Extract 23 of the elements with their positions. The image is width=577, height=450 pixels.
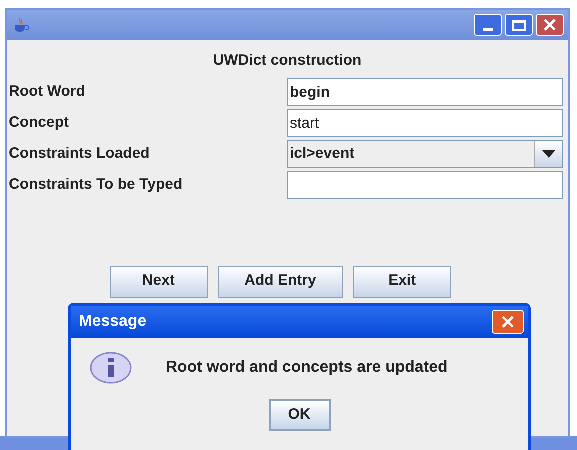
constraints-dropdown[interactable]: icl>event	[287, 140, 563, 168]
close-icon	[544, 19, 556, 31]
maximize-button[interactable]	[505, 14, 533, 36]
text-field[interactable]	[287, 171, 563, 199]
dialog-close-button[interactable]	[492, 310, 524, 334]
dropdown-arrow-icon	[542, 150, 556, 158]
ok-button[interactable]: OK	[268, 399, 330, 431]
close-button[interactable]	[536, 14, 564, 36]
dialog-message: Root word and concepts are updated	[166, 358, 448, 378]
minimize-button[interactable]	[474, 14, 502, 36]
action-button[interactable]: Add Entry	[218, 266, 344, 298]
action-button[interactable]: Exit	[353, 266, 452, 298]
dialog-title: Message	[79, 312, 147, 332]
field-label: Concept	[8, 112, 70, 133]
text-field[interactable]: start	[287, 109, 563, 137]
text-field[interactable]: begin	[287, 78, 563, 106]
info-icon	[89, 351, 133, 385]
field-label: Constraints To be Typed	[8, 174, 184, 195]
action-button[interactable]: Next	[110, 266, 208, 298]
close-icon	[501, 315, 515, 329]
field-label: Constraints Loaded	[8, 144, 151, 164]
window-title: UWDict construction	[212, 51, 363, 71]
field-label: Root Word	[8, 82, 86, 102]
